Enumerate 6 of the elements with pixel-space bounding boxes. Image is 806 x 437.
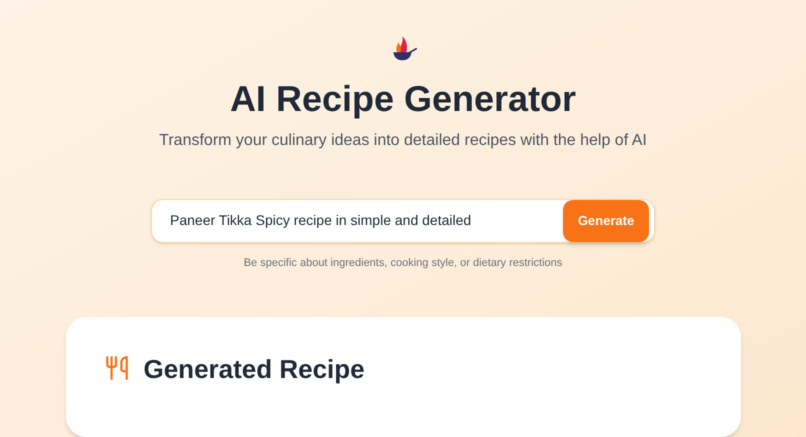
- page-title: AI Recipe Generator: [230, 76, 576, 120]
- card-title: Generated Recipe: [144, 353, 365, 385]
- utensils-icon: [104, 353, 130, 383]
- input-hint: Be specific about ingredients, cooking style, or dietary restrictions: [244, 256, 562, 270]
- page-subtitle: Transform your culinary ideas into detailed recipes with the help of AI: [159, 130, 647, 150]
- recipe-input-field[interactable]: Paneer Tikka Spicy recipe in simple and detailed Generate: [151, 198, 655, 242]
